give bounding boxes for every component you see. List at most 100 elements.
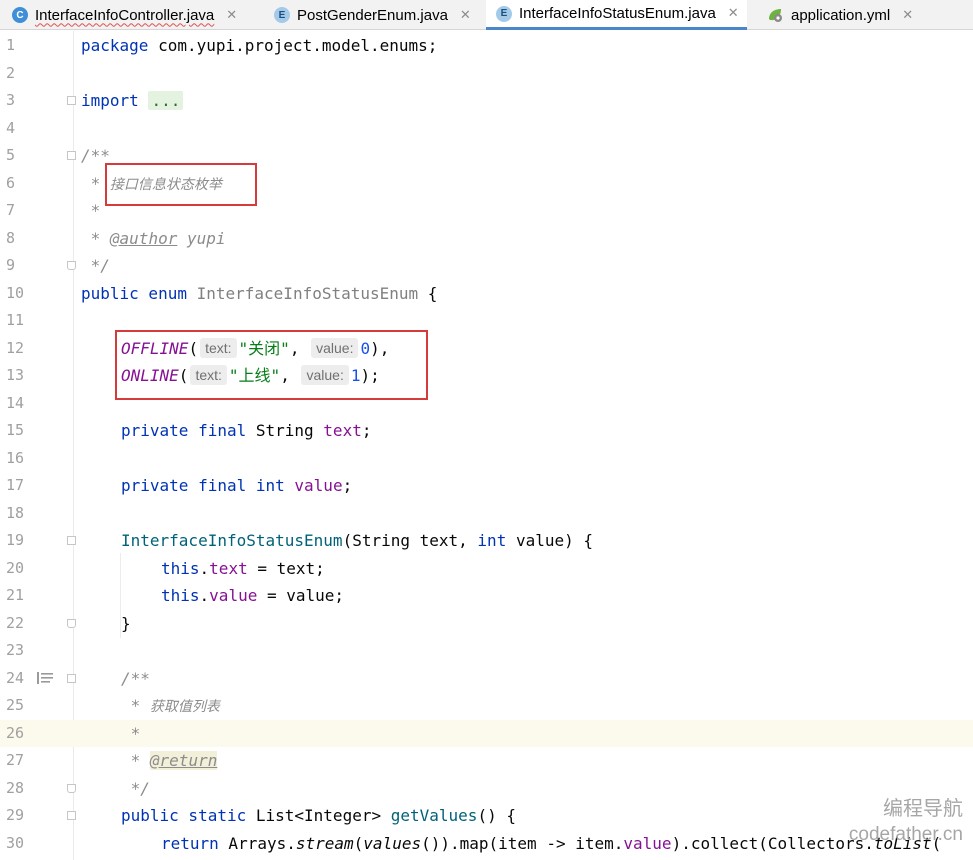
package-name: com.yupi.project.model.enums; [148, 36, 438, 55]
code-line: 20 this.text = text; [0, 555, 973, 583]
highlight-box-enum-constants [115, 330, 428, 400]
code-line: 28 */ [0, 775, 973, 803]
field-name: text [209, 558, 248, 578]
line-number: 16 [6, 448, 25, 467]
code-text: package com.yupi.project.model.enums; [81, 32, 437, 60]
close-icon[interactable]: ✕ [460, 8, 471, 23]
method-name: getValues [390, 806, 478, 825]
keyword: private final [121, 421, 247, 440]
doc-comment: * [121, 696, 150, 715]
tab-post-gender-enum[interactable]: E PostGenderEnum.java ✕ [274, 0, 471, 30]
line-number: 23 [6, 641, 25, 659]
field-name: value [209, 586, 258, 605]
field-name: text [323, 421, 362, 440]
field-name: value [294, 476, 343, 495]
line-number: 29 [6, 806, 25, 824]
folded-imports[interactable]: ... [148, 91, 184, 110]
line-number: 20 [6, 558, 25, 577]
doc-comment: * [81, 228, 110, 248]
type-name: List<Integer> [246, 806, 391, 825]
code-line: 9 */ [0, 252, 973, 280]
line-number: 1 [6, 36, 16, 54]
code-line: 18 [0, 500, 973, 528]
line-number: 2 [6, 63, 16, 82]
line-number: 27 [6, 751, 25, 769]
code-line: 1 package com.yupi.project.model.enums; [0, 32, 973, 60]
doc-comment-text: 获取值列表 [149, 699, 220, 715]
keyword: this [161, 558, 200, 578]
line-number: 6 [6, 173, 16, 192]
code-text: } [121, 613, 131, 633]
fold-end-icon[interactable] [67, 783, 76, 793]
line-number: 28 [6, 778, 25, 797]
doc-comment: * [81, 201, 101, 220]
code-line: 3 import ... [0, 87, 973, 115]
code-line: 16 [0, 445, 973, 473]
code-segment: ( [931, 833, 942, 853]
code-text: import ... [81, 87, 184, 115]
doc-comment: /** [121, 668, 150, 688]
fold-toggle-icon[interactable] [67, 536, 76, 545]
line-number: 10 [6, 283, 25, 302]
fold-toggle-icon[interactable] [67, 151, 76, 160]
code-line: 2 [0, 60, 973, 88]
code-line: 10 public enum InterfaceInfoStatusEnum { [0, 280, 973, 308]
enum-file-icon: E [496, 5, 512, 22]
code-text: * 获取值列表 [121, 692, 220, 722]
keyword: package [81, 36, 149, 55]
tab-label: PostGenderEnum.java [297, 6, 448, 24]
close-icon[interactable]: ✕ [728, 6, 739, 21]
line-number: 14 [6, 393, 25, 412]
fold-toggle-icon[interactable] [67, 673, 76, 683]
semicolon: ; [361, 421, 372, 440]
code-segment: ( [353, 833, 364, 853]
fold-toggle-icon[interactable] [67, 96, 76, 105]
fold-end-icon[interactable] [67, 261, 76, 270]
static-method: toList [873, 833, 932, 853]
keyword: return [161, 833, 219, 853]
code-line: 30 return Arrays.stream(values()).map(it… [0, 830, 973, 858]
editor-tab-bar: C InterfaceInfoController.java ✕ E PostG… [0, 0, 973, 30]
code-line: 21 this.value = value; [0, 582, 973, 610]
code-text: return Arrays.stream(values()).map(item … [161, 830, 941, 858]
code-line: 22 } [0, 610, 973, 638]
line-number: 7 [6, 201, 16, 219]
close-icon[interactable]: ✕ [902, 8, 913, 23]
code-segment: Arrays. [218, 833, 296, 853]
line-number: 3 [6, 91, 16, 109]
tab-interface-info-controller[interactable]: C InterfaceInfoController.java ✕ [12, 0, 237, 30]
code-line: 25 * 获取值列表 [0, 692, 973, 720]
enum-file-icon: E [274, 7, 290, 23]
keyword: public static [121, 806, 247, 825]
line-number: 19 [6, 531, 25, 549]
code-text: this.value = value; [161, 582, 344, 610]
line-number: 21 [6, 586, 25, 604]
fold-end-icon[interactable] [67, 618, 76, 628]
constructor-name: InterfaceInfoStatusEnum [121, 531, 343, 550]
close-icon[interactable]: ✕ [226, 8, 237, 23]
brace: { [418, 283, 438, 303]
code-text: public enum InterfaceInfoStatusEnum { [81, 280, 437, 308]
line-number: 12 [6, 338, 25, 357]
tab-interface-info-status-enum[interactable]: E InterfaceInfoStatusEnum.java ✕ [486, 0, 747, 30]
line-number: 13 [6, 366, 25, 384]
code-line: 17 private final int value; [0, 472, 973, 500]
line-number: 17 [6, 476, 25, 494]
doc-comment: */ [81, 256, 110, 275]
keyword: import [81, 91, 139, 110]
code-text: private final String text; [121, 417, 371, 445]
field-name: value [623, 833, 672, 853]
line-number: 15 [6, 421, 25, 439]
rendered-doc-toggle-icon[interactable] [37, 671, 53, 684]
assignment: = text; [247, 558, 325, 578]
code-segment: ()).map(item -> item. [421, 833, 624, 853]
doc-comment: */ [121, 778, 150, 798]
fold-toggle-icon[interactable] [67, 811, 76, 820]
doc-comment: yupi [177, 228, 226, 248]
line-number: 25 [6, 696, 25, 714]
enum-name: InterfaceInfoStatusEnum [196, 283, 419, 303]
tab-application-yml[interactable]: application.yml ✕ [766, 0, 913, 30]
doc-comment: * [121, 751, 150, 770]
tab-label: InterfaceInfoStatusEnum.java [519, 5, 716, 22]
code-line: 8 * @author yupi [0, 225, 973, 253]
